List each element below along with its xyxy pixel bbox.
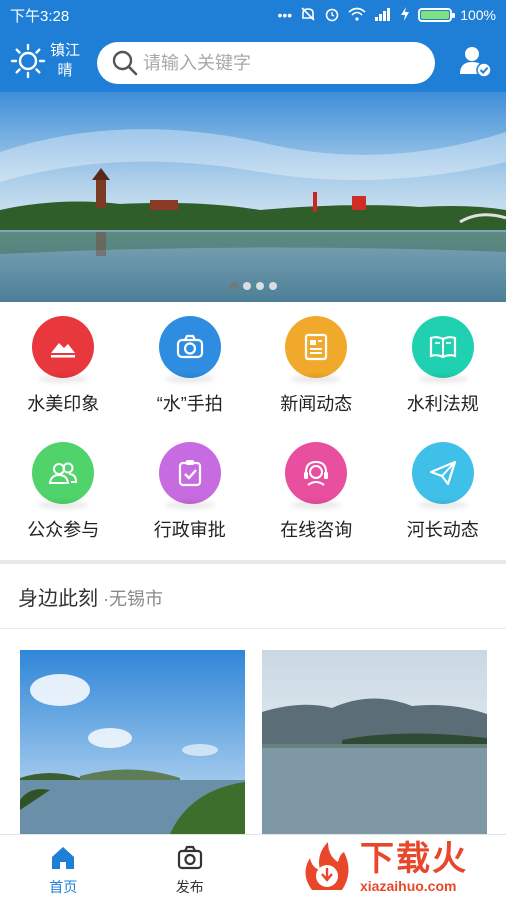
feature-icon-badge: [32, 316, 95, 378]
search-input[interactable]: [143, 52, 403, 74]
people-icon: [49, 462, 78, 484]
nearby-photo[interactable]: [262, 650, 487, 834]
nearby-title: 身边此刻: [18, 588, 98, 610]
paper-plane-icon: [429, 460, 456, 486]
nav-label: 发布: [175, 879, 204, 895]
section-divider: [0, 560, 506, 564]
feature-icon-badge: [285, 442, 348, 504]
nav-label: 首页: [49, 879, 78, 895]
weather-widget[interactable]: 镇江 晴: [0, 41, 90, 81]
weather-condition: 晴: [57, 62, 73, 79]
feature-item[interactable]: 水利法规: [380, 306, 506, 432]
battery-percent: 100%: [460, 7, 496, 23]
feature-label: 新闻动态: [280, 394, 353, 414]
nearby-photo[interactable]: [20, 650, 245, 834]
book-icon: [429, 336, 456, 359]
feature-label: 公众参与: [27, 520, 100, 540]
mute-icon: [300, 6, 316, 25]
status-bar: 下午3:28 ••• 100%: [0, 0, 506, 30]
status-time: 下午3:28: [10, 7, 70, 25]
feature-icon-badge: [285, 316, 348, 378]
feature-label: 行政审批: [153, 520, 226, 540]
search-bar[interactable]: [97, 42, 435, 84]
alarm-icon: [324, 6, 340, 25]
nearby-header: 身边此刻 ·无锡市: [18, 582, 163, 611]
feature-icon-badge: [411, 316, 474, 378]
wifi-icon: [348, 7, 366, 24]
feature-icon-badge: [158, 316, 221, 378]
news-icon: [305, 333, 328, 361]
lake-photo-image: [20, 650, 245, 834]
divider: [0, 628, 506, 629]
camera-icon: [177, 845, 202, 870]
mountain-lake-photo-image: [262, 650, 487, 834]
feature-label: 水美印象: [27, 394, 100, 414]
nearby-city[interactable]: 无锡市: [109, 589, 163, 609]
dots-icon: •••: [277, 7, 293, 23]
approval-icon: [178, 460, 201, 487]
camera-icon: [176, 334, 203, 359]
weather-city: 镇江: [50, 42, 81, 59]
feature-grid: 水美印象 “水”手拍 新闻动态 水利法规公众参与 行政审批 在线咨询 河长动态: [0, 302, 506, 560]
feature-label: 河长动态: [406, 520, 479, 540]
banner-carousel[interactable]: [0, 92, 506, 302]
flame-logo-icon: [305, 842, 349, 890]
feature-item[interactable]: 公众参与: [0, 432, 127, 558]
charging-icon: [400, 6, 410, 24]
mountain-icon: [51, 343, 76, 358]
app-header: 镇江 晴: [0, 30, 506, 92]
feature-icon-badge: [32, 442, 95, 504]
carousel-dot[interactable]: [242, 282, 251, 290]
signal-icon: [374, 7, 392, 24]
watermark: 下载火 xiazaihuo.com: [298, 834, 506, 900]
nav-item[interactable]: 发布: [127, 835, 254, 900]
feature-item[interactable]: “水”手拍: [127, 306, 254, 432]
nearby-separator: ·: [98, 589, 109, 609]
feature-item[interactable]: 水美印象: [0, 306, 127, 432]
headset-icon: [304, 460, 329, 486]
feature-icon-badge: [411, 442, 474, 504]
carousel-dots[interactable]: [0, 282, 506, 290]
feature-icon-badge: [158, 442, 221, 504]
watermark-url: xiazaihuo.com: [360, 878, 457, 894]
battery-icon: [418, 8, 456, 22]
feature-label: 在线咨询: [280, 520, 353, 540]
nav-item[interactable]: 首页: [0, 835, 127, 900]
feature-item[interactable]: 河长动态: [380, 432, 506, 558]
feature-item[interactable]: 在线咨询: [253, 432, 380, 558]
feature-item[interactable]: 新闻动态: [253, 306, 380, 432]
feature-item[interactable]: 行政审批: [127, 432, 254, 558]
banner-image: [0, 92, 506, 302]
sun-icon: [10, 43, 46, 79]
home-icon: [52, 847, 75, 869]
carousel-dot[interactable]: [255, 282, 264, 290]
carousel-dot[interactable]: [229, 282, 238, 290]
feature-label: 水利法规: [406, 394, 479, 414]
user-verified-icon[interactable]: [458, 44, 492, 78]
feature-label: “水”手拍: [156, 394, 223, 414]
carousel-dot[interactable]: [268, 282, 277, 290]
search-icon: [112, 50, 138, 76]
watermark-title: 下载火: [360, 840, 468, 878]
